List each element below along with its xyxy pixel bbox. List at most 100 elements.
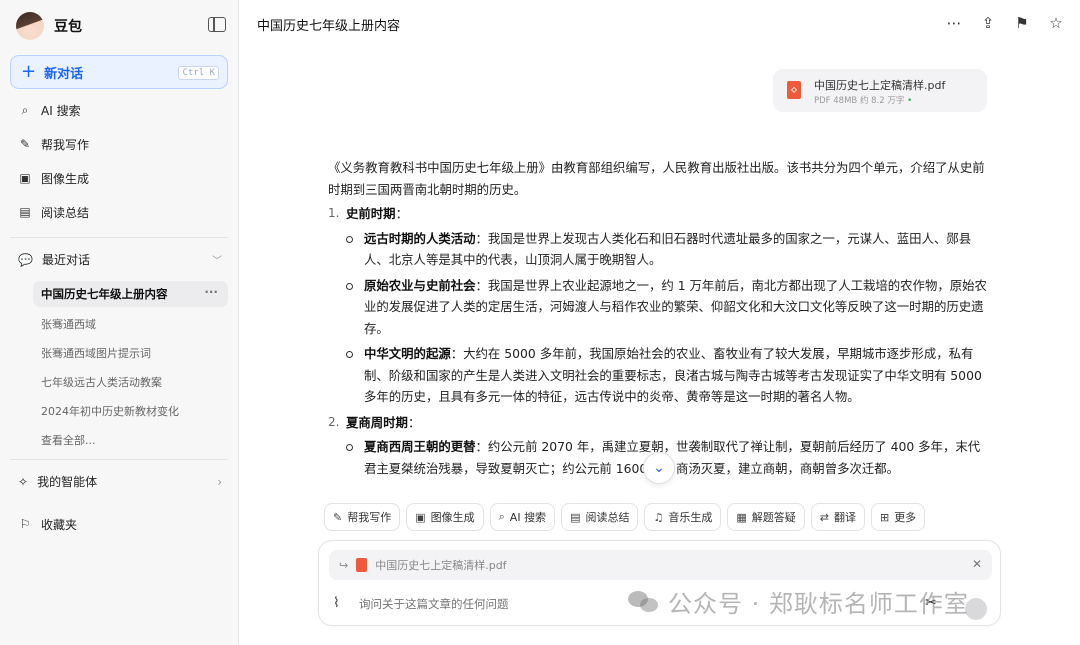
sidebar-item-reading[interactable]: ▤ 阅读总结 bbox=[18, 201, 89, 223]
chat-bubble-icon: 💬 bbox=[18, 252, 33, 267]
new-chat-label: 新对话 bbox=[44, 66, 84, 82]
brand-name: 豆包 bbox=[54, 19, 82, 35]
quoted-file: ↪ 中国历史七上定稿清样.pdf ✕ bbox=[329, 550, 992, 580]
chip-translate[interactable]: ⇄ 翻译 bbox=[810, 503, 865, 531]
page-title: 中国历史七年级上册内容 bbox=[257, 19, 401, 34]
pen-icon: ✎ bbox=[19, 137, 31, 151]
send-button[interactable] bbox=[965, 598, 987, 620]
main-panel: 中国历史七年级上册内容 ⋯ ⇪ ⚑ ☆ ⬦ 中国历史七上定稿清样.pdf PDF… bbox=[240, 0, 1080, 645]
quick-actions: ✎ 帮我写作 ▣ 图像生成 ⌕ AI 搜索 ▤ 阅读总结 ♫ 音乐生成 ▦ 解题答疑 ⇄ 翻译… bbox=[324, 503, 926, 531]
chip-label: 翻译 bbox=[833, 511, 856, 524]
chip-writing[interactable]: ✎ 帮我写作 bbox=[324, 503, 401, 531]
composer: ↪ 中国历史七上定稿清样.pdf ✕ ⌇ ✂ bbox=[318, 540, 1001, 626]
close-icon[interactable]: ✕ bbox=[972, 557, 982, 571]
file-meta: PDF 48MB 约 8.2 万字 • bbox=[814, 94, 912, 106]
chip-more[interactable]: ⊞ 更多 bbox=[870, 503, 926, 531]
section-number: 1. bbox=[328, 206, 340, 220]
divider bbox=[10, 459, 228, 460]
sidebar-item-label: 阅读总结 bbox=[41, 205, 90, 220]
file-meta-text: PDF 48MB 约 8.2 万字 bbox=[814, 96, 905, 106]
answer-intro: 《义务教育教科书中国历史七年级上册》由教育部组织编写，人民教育出版社出版。该书共… bbox=[328, 160, 985, 197]
chip-reading[interactable]: ▤ 阅读总结 bbox=[561, 503, 639, 531]
recent-item[interactable]: 张骞通西域图片提示词 bbox=[41, 345, 151, 361]
scroll-down-button[interactable]: ⌄ bbox=[643, 452, 675, 484]
music-icon: ♫ bbox=[653, 510, 664, 524]
chip-music[interactable]: ♫ 音乐生成 bbox=[644, 503, 722, 531]
section-heading: 2. 夏商周时期： bbox=[328, 412, 988, 434]
chip-label: 图像生成 bbox=[430, 511, 475, 524]
status-dot: • bbox=[907, 96, 913, 106]
sidebar-item-label: AI 搜索 bbox=[41, 103, 81, 118]
chevron-right-icon: › bbox=[217, 474, 222, 489]
chip-question[interactable]: ▦ 解题答疑 bbox=[727, 503, 805, 531]
divider bbox=[10, 237, 228, 238]
sidebar-item-favorites[interactable]: ⚐ 收藏夹 bbox=[18, 513, 77, 535]
top-toolbar: ⋯ ⇪ ⚑ ☆ bbox=[946, 14, 1064, 32]
scissors-icon[interactable]: ✂ bbox=[925, 595, 937, 611]
item-text: ：大约在 5000 多年前，我国原始社会的农业、畜牧业有了较大发展，早期城市逐步… bbox=[364, 346, 982, 404]
sidebar-item-agents[interactable]: ✧ 我的智能体 › bbox=[18, 473, 222, 490]
view-all-link[interactable]: 查看全部... bbox=[41, 432, 96, 448]
agents-label: 我的智能体 bbox=[37, 475, 98, 489]
chevron-down-icon: ﹀ bbox=[212, 256, 222, 267]
ai-search-icon: ⌕ bbox=[21, 102, 29, 117]
file-name: 中国历史七上定稿清样.pdf bbox=[814, 79, 946, 92]
new-chat-button[interactable]: + 新对话 Ctrl K bbox=[10, 55, 228, 89]
item-head: 夏商西周王朝的更替 bbox=[364, 439, 476, 454]
pen-icon: ✎ bbox=[333, 510, 343, 524]
chip-image[interactable]: ▣ 图像生成 bbox=[406, 503, 484, 531]
recent-chats-header[interactable]: 💬 最近对话 ﹀ bbox=[18, 251, 222, 268]
grid-icon: ⊞ bbox=[879, 510, 890, 524]
recent-item-label: 中国历史七年级上册内容 bbox=[41, 287, 168, 301]
share-icon[interactable]: ⇪ bbox=[980, 14, 996, 32]
chevron-down-icon: ⌄ bbox=[653, 460, 665, 476]
recent-title: 最近对话 bbox=[41, 253, 90, 267]
sidebar-item-ai-search[interactable]: ⌕ AI 搜索 bbox=[18, 99, 81, 121]
bookmark-icon[interactable]: ⚑ bbox=[1014, 14, 1030, 32]
recent-item[interactable]: 七年级远古人类活动教案 bbox=[41, 374, 162, 390]
attach-icon[interactable]: ⌇ bbox=[333, 595, 340, 611]
sidebar-item-image[interactable]: ▣ 图像生成 bbox=[18, 167, 89, 189]
file-attachment-card[interactable]: ⬦ 中国历史七上定稿清样.pdf PDF 48MB 约 8.2 万字 • bbox=[773, 69, 987, 112]
prompt-input[interactable] bbox=[359, 597, 879, 611]
pdf-icon: ⬦ bbox=[787, 81, 801, 99]
sidebar-toggle-icon[interactable] bbox=[208, 17, 226, 32]
section-title: 夏商周时期 bbox=[346, 414, 408, 430]
brand[interactable]: 豆包 bbox=[16, 12, 82, 40]
favorites-label: 收藏夹 bbox=[41, 517, 78, 532]
shortcut-badge: Ctrl K bbox=[178, 66, 219, 80]
chip-label: 阅读总结 bbox=[585, 511, 630, 524]
assistant-answer: 《义务教育教科书中国历史七年级上册》由教育部组织编写，人民教育出版社出版。该书共… bbox=[328, 157, 988, 495]
sidebar: 豆包 + 新对话 Ctrl K ⌕ AI 搜索 ✎ 帮我写作 ▣ 图像生成 ▤ … bbox=[0, 0, 239, 645]
image-icon: ▣ bbox=[415, 510, 426, 524]
recent-item[interactable]: 张骞通西域 bbox=[41, 316, 96, 332]
sidebar-item-label: 帮我写作 bbox=[41, 137, 90, 152]
more-icon[interactable]: ⋯ bbox=[946, 14, 962, 32]
chip-label: AI 搜索 bbox=[509, 511, 547, 524]
star-icon[interactable]: ☆ bbox=[1048, 14, 1064, 32]
plus-icon: + bbox=[21, 61, 37, 82]
list-item: 中华文明的起源：大约在 5000 多年前，我国原始社会的农业、畜牧业有了较大发展… bbox=[328, 343, 988, 408]
pdf-icon bbox=[356, 558, 368, 572]
chip-label: 解题答疑 bbox=[751, 511, 796, 524]
list-item: 原始农业与史前社会：我国是世界上农业起源地之一，约 1 万年前后，南北方都出现了… bbox=[328, 275, 988, 340]
item-head: 原始农业与史前社会 bbox=[364, 277, 476, 293]
recent-item[interactable]: 2024年初中历史新教材变化 bbox=[41, 403, 179, 419]
item-head: 远古时期的人类活动 bbox=[364, 230, 476, 246]
bookmark-icon: ⚐ bbox=[19, 517, 31, 531]
image-icon: ▣ bbox=[19, 171, 31, 185]
chip-label: 更多 bbox=[894, 511, 917, 524]
avatar bbox=[16, 12, 44, 40]
bullet-icon bbox=[342, 436, 364, 479]
question-icon: ▦ bbox=[736, 510, 747, 524]
recent-item-active[interactable]: 中国历史七年级上册内容 ··· bbox=[33, 281, 228, 307]
sidebar-item-writing[interactable]: ✎ 帮我写作 bbox=[18, 133, 89, 155]
bullet-icon bbox=[342, 343, 364, 408]
bullet-icon bbox=[342, 228, 364, 271]
chip-ai-search[interactable]: ⌕ AI 搜索 bbox=[489, 503, 556, 531]
more-icon[interactable]: ··· bbox=[204, 285, 218, 299]
book-icon: ▤ bbox=[19, 205, 31, 219]
sparkle-icon: ✧ bbox=[18, 474, 29, 489]
translate-icon: ⇄ bbox=[819, 510, 829, 524]
list-item: 远古时期的人类活动：我国是世界上发现古人类化石和旧石器时代遗址最多的国家之一，元… bbox=[328, 228, 988, 271]
